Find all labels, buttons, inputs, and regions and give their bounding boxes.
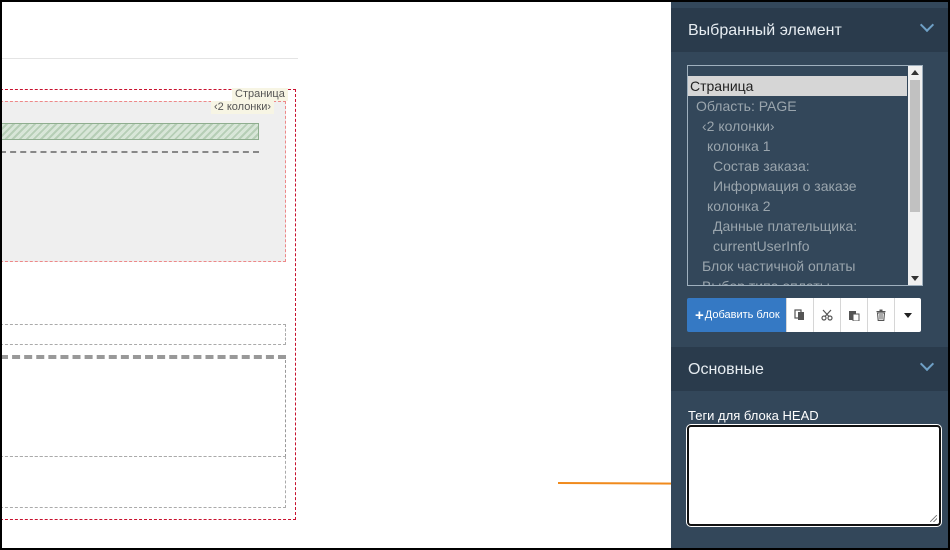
resize-grip-icon[interactable]: [930, 515, 937, 522]
tree-item[interactable]: Блок частичной оплаты: [688, 256, 855, 276]
add-block-button[interactable]: + Добавить блок: [687, 298, 786, 332]
selected-element-header[interactable]: Выбранный элемент: [671, 8, 948, 52]
tree-item[interactable]: колонка 1: [688, 136, 771, 156]
page-tag[interactable]: Страница: [232, 88, 288, 101]
screenshot-frame: Страница ‹2 колонки› Выбранный элемент С…: [0, 0, 950, 550]
cut-button[interactable]: [812, 298, 840, 332]
copy-button[interactable]: [785, 298, 813, 332]
tree-item[interactable]: Данные плательщика:: [688, 216, 857, 236]
paste-icon: [848, 311, 860, 321]
paste-button[interactable]: [839, 298, 867, 332]
add-block-label: Добавить блок: [704, 309, 780, 321]
tree-scrollbar[interactable]: [908, 66, 922, 285]
delete-button[interactable]: [866, 298, 894, 332]
dashed-separator: [2, 151, 259, 153]
head-tags-textarea[interactable]: [687, 425, 941, 526]
page-canvas: Страница ‹2 колонки›: [2, 2, 743, 548]
content-block-2[interactable]: [2, 355, 286, 457]
tree-item[interactable]: Состав заказа:: [688, 156, 810, 176]
tree-item[interactable]: Область: PAGE: [688, 96, 797, 116]
head-tags-label: Теги для блока HEAD: [688, 408, 819, 423]
cut-icon: [821, 309, 833, 321]
main-section-title: Основные: [688, 361, 764, 378]
chevron-down-icon[interactable]: [919, 356, 935, 372]
tree-item[interactable]: колонка 2: [688, 196, 771, 216]
content-block-1[interactable]: [2, 324, 286, 345]
scroll-down-icon[interactable]: [911, 276, 919, 281]
header-divider: [2, 58, 298, 59]
caret-down-icon: [903, 312, 912, 318]
properties-panel: Выбранный элемент Страница Область: PAGE ‹…: [671, 2, 948, 548]
tree-item[interactable]: Страница: [688, 76, 907, 96]
tree-item[interactable]: currentUserInfo: [688, 236, 809, 256]
copy-icon: [794, 309, 804, 320]
scroll-up-icon[interactable]: [911, 70, 919, 75]
element-tree[interactable]: Страница Область: PAGE ‹2 колонки› колонка …: [687, 65, 923, 286]
tree-item[interactable]: ‹2 колонки›: [688, 116, 775, 136]
more-actions-button[interactable]: [893, 298, 921, 332]
scroll-thumb[interactable]: [910, 80, 920, 212]
tree-item[interactable]: Выбор типа оплаты: [688, 276, 830, 285]
columns-tag[interactable]: ‹2 колонки›: [211, 101, 275, 114]
hatched-placeholder: [2, 123, 259, 140]
trash-icon: [876, 309, 886, 321]
content-block-3[interactable]: [2, 456, 286, 508]
block-toolbar: + Добавить блок: [687, 298, 921, 332]
main-section-header[interactable]: Основные: [671, 347, 948, 391]
plus-icon: +: [695, 306, 704, 324]
selected-element-title: Выбранный элемент: [688, 22, 842, 39]
chevron-down-icon[interactable]: [919, 17, 935, 33]
tree-item[interactable]: Информация о заказе: [688, 176, 857, 196]
